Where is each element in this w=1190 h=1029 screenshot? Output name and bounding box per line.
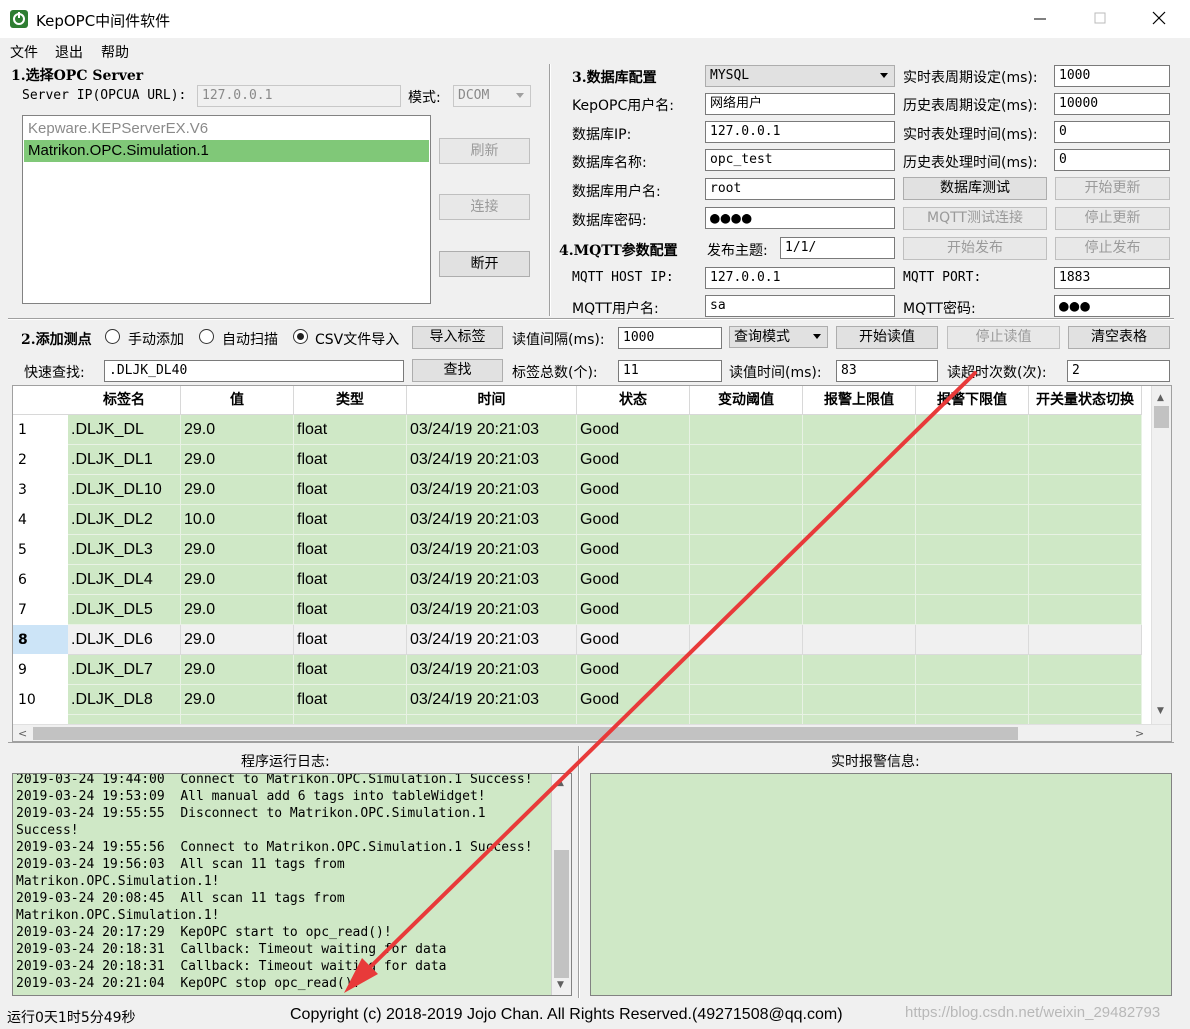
annotation-arrow — [344, 371, 977, 993]
arrow-shaft — [352, 371, 977, 985]
